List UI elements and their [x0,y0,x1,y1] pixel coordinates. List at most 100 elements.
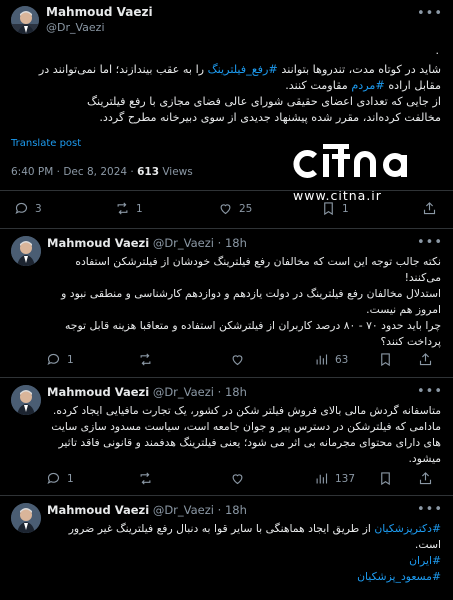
reply-author[interactable]: Mahmoud Vaezi @Dr_Vaezi · 18h [47,236,247,250]
avatar[interactable] [11,236,41,266]
share-icon [423,202,436,215]
repost-icon [140,472,151,485]
tweet-line-text: مخالفت کرده‌اند، مقرر شده پیشنهاد جدیدی … [99,111,441,124]
more-icon[interactable]: ••• [417,384,443,399]
repost-icon [117,202,128,215]
avatar[interactable] [11,503,41,533]
tweet-line-text: شاید در کوتاه مدت، تندروها بتوانند [277,63,441,76]
reply-author[interactable]: Mahmoud Vaezi @Dr_Vaezi · 18h [47,503,247,517]
author-handle[interactable]: @Dr_Vaezi [46,21,105,34]
reply-button[interactable]: 1 [46,471,74,486]
reply-button[interactable]: 3 [14,201,42,216]
divider [0,190,453,191]
reply-count: 1 [67,353,74,366]
like-button[interactable] [230,471,245,486]
reply-icon [47,353,60,366]
views-count: 137 [335,472,356,485]
thread-reply: Mahmoud Vaezi @Dr_Vaezi · 18h ••• #دکترپ… [0,497,453,600]
like-button[interactable] [230,352,245,367]
reply-author-name[interactable]: Mahmoud Vaezi [47,503,149,517]
share-icon [419,353,432,366]
reply-actions-bar: 1 63 [0,352,453,372]
hashtag-link[interactable]: #مسعود_پزشکیان [40,569,441,585]
thread-reply: Mahmoud Vaezi @Dr_Vaezi · 18h ••• متاسفا… [0,379,453,497]
repost-button[interactable] [138,471,153,486]
bookmark-icon [381,353,390,367]
divider [0,377,453,378]
citna-logo [293,144,407,178]
avatar[interactable] [11,6,39,34]
reply-author[interactable]: Mahmoud Vaezi @Dr_Vaezi · 18h [47,385,247,399]
like-count: 25 [239,202,253,215]
reply-button[interactable]: 1 [46,352,74,367]
bookmark-button[interactable] [378,471,393,486]
tweet-meta: 6:40 PM · Dec 8, 2024 · 613 Views [11,166,193,178]
hashtag-link[interactable]: #مردم [351,79,384,92]
views-count: 63 [335,353,349,366]
reply-line: میشود. [408,452,442,465]
share-button[interactable] [418,352,433,367]
tweet-line: از جایی که تعدادی اعضای حقیقی شورای عالی… [10,94,441,110]
hashtag-link[interactable]: #رفع_فیلترینگ [208,63,278,76]
reply-line: متاسفانه گردش مالی بالای فروش فیلتر شکن … [52,404,441,417]
like-button[interactable]: 25 [218,201,252,216]
reply-text: نکته جالب توجه این است که مخالفان رفع فی… [40,254,441,350]
bookmark-button[interactable]: 1 [321,201,349,216]
views-button[interactable]: 137 [314,471,355,486]
more-icon[interactable]: ••• [417,6,443,21]
tweet-time[interactable]: 6:40 PM · Dec 8, 2024 · [11,166,137,178]
tweet-line-text: از جایی که تعدادی اعضای حقیقی شورای عالی… [86,95,441,108]
citna-watermark: www.citna.ir [291,144,431,203]
views-label: Views [159,166,193,178]
bookmark-icon [381,472,390,486]
divider [0,495,453,496]
tweet-line: شاید در کوتاه مدت، تندروها بتوانند #رفع_… [10,62,441,78]
views-button[interactable]: 63 [314,352,348,367]
reply-line: های دارای محتوای مجرمانه بی اثر می شود؛ … [58,436,441,449]
like-icon [232,474,243,485]
reply-text: #دکترپزشکیان از طریق ایجاد هماهنگی با سا… [40,521,441,585]
reply-line: امروز هم نیست. [366,303,441,316]
repost-icon [140,353,151,366]
reply-line: استدلال مخالفان رفع فیلترینگ در دولت یاز… [61,287,441,300]
reply-icon [47,472,60,485]
tweet-line-text: را به عقب بیندازند؛ اما نمی‌توانند در [38,63,208,76]
thread-reply: Mahmoud Vaezi @Dr_Vaezi · 18h ••• نکته ج… [0,230,453,380]
tweet-leading-dot: . [435,44,440,57]
reply-line: #دکترپزشکیان از طریق ایجاد هماهنگی با سا… [40,521,441,537]
divider [0,228,453,229]
bookmark-count: 1 [342,202,349,215]
main-actions-bar: 3 1 25 1 [0,201,453,221]
repost-button[interactable]: 1 [115,201,143,216]
repost-count: 1 [136,202,143,215]
reply-count: 3 [35,202,42,215]
reply-count: 1 [67,472,74,485]
hashtag-link[interactable]: #دکترپزشکیان [374,522,441,535]
reply-line: می‌کنند! [404,271,441,284]
reply-author-name[interactable]: Mahmoud Vaezi [47,385,149,399]
reply-author-name[interactable]: Mahmoud Vaezi [47,236,149,250]
bookmark-button[interactable] [378,352,393,367]
bookmark-icon [324,202,333,216]
tweet-line-text: مقاومت کنند. [285,79,352,92]
more-icon[interactable]: ••• [417,502,443,517]
tweet-thread-page: Mahmoud Vaezi @Dr_Vaezi ••• . شاید در کو… [0,0,453,600]
share-icon [419,472,432,485]
reply-handle-time: @Dr_Vaezi · 18h [149,503,247,517]
hashtag-link[interactable]: #ایران [40,553,441,569]
avatar[interactable] [11,385,41,415]
share-button[interactable] [422,201,437,216]
reply-text: متاسفانه گردش مالی بالای فروش فیلتر شکن … [40,403,441,467]
tweet-text: شاید در کوتاه مدت، تندروها بتوانند #رفع_… [10,62,441,126]
reply-handle-time: @Dr_Vaezi · 18h [149,385,247,399]
reply-line: چرا باید حدود ۷۰ - ۸۰ درصد کاربران از فی… [65,319,441,332]
translate-post-link[interactable]: Translate post [11,138,81,149]
share-button[interactable] [418,471,433,486]
more-icon[interactable]: ••• [417,235,443,250]
author-name[interactable]: Mahmoud Vaezi [46,5,153,19]
views-count: 613 [137,166,159,178]
reply-line: است. [414,538,441,551]
tweet-line-text: مقابل اراده [384,79,441,92]
repost-button[interactable] [138,352,153,367]
views-icon [316,473,328,484]
